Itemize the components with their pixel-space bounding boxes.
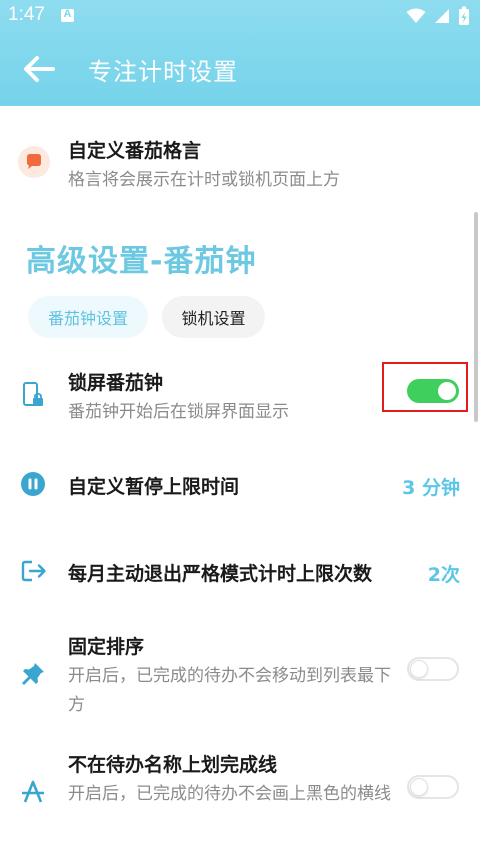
no-strikethrough-toggle[interactable] (407, 775, 459, 799)
back-button[interactable] (18, 48, 60, 90)
custom-motto-subtitle: 格言将会展示在计时或锁机页面上方 (68, 170, 340, 190)
page-title: 专注计时设置 (88, 58, 238, 86)
fixed-order-row[interactable]: 固定排序 开启后，已完成的待办不会移动到列表最下方 (0, 628, 480, 720)
no-strikethrough-row[interactable]: 不在待办名称上划完成线 开启后，已完成的待办不会画上黑色的横线 (0, 746, 480, 838)
tab-lock-settings[interactable]: 锁机设置 (162, 296, 265, 338)
exit-icon (21, 560, 46, 582)
arrow-left-icon (24, 56, 55, 82)
wifi-icon (406, 8, 426, 23)
toggle-knob (410, 660, 428, 678)
fixed-order-title: 固定排序 (68, 636, 145, 658)
highlight-box (382, 362, 468, 412)
toggle-knob (410, 778, 428, 796)
app-bar: 1:47 A 专注计时设置 (0, 0, 480, 106)
no-strikethrough-title: 不在待办名称上划完成线 (68, 754, 278, 776)
lockscreen-pomodoro-title: 锁屏番茄钟 (68, 372, 164, 394)
pause-limit-row[interactable]: 自定义暂停上限时间 3 分钟 (0, 462, 480, 508)
lockscreen-pomodoro-subtitle: 番茄钟开始后在锁屏界面显示 (68, 402, 289, 422)
signal-icon (435, 9, 449, 23)
pin-icon (22, 663, 44, 685)
status-time: 1:47 (8, 4, 45, 25)
custom-motto-title: 自定义番茄格言 (68, 140, 202, 162)
custom-motto-row[interactable]: 自定义番茄格言 格言将会展示在计时或锁机页面上方 (0, 128, 480, 198)
pause-limit-title: 自定义暂停上限时间 (68, 476, 240, 498)
chat-bubble-icon (18, 146, 50, 178)
exit-limit-title: 每月主动退出严格模式计时上限次数 (68, 563, 373, 585)
strikethrough-icon (22, 780, 44, 803)
accessibility-notification-icon: A (61, 8, 74, 22)
exit-limit-row[interactable]: 每月主动退出严格模式计时上限次数 2次 (0, 549, 480, 595)
status-bar: 1:47 A (0, 0, 480, 34)
battery-icon (459, 6, 469, 25)
phone-lock-icon (23, 382, 43, 406)
fixed-order-toggle[interactable] (407, 657, 459, 681)
no-strikethrough-subtitle: 开启后，已完成的待办不会画上黑色的横线 (68, 784, 391, 804)
exit-limit-value[interactable]: 2次 (428, 560, 460, 587)
pause-icon (21, 472, 45, 496)
fixed-order-subtitle: 开启后，已完成的待办不会移动到列表最下方 (68, 666, 391, 715)
section-title: 高级设置-番茄钟 (26, 244, 257, 279)
pause-limit-value[interactable]: 3 分钟 (402, 473, 460, 500)
tab-pomodoro-settings[interactable]: 番茄钟设置 (28, 296, 148, 338)
scrollbar[interactable] (474, 212, 478, 422)
